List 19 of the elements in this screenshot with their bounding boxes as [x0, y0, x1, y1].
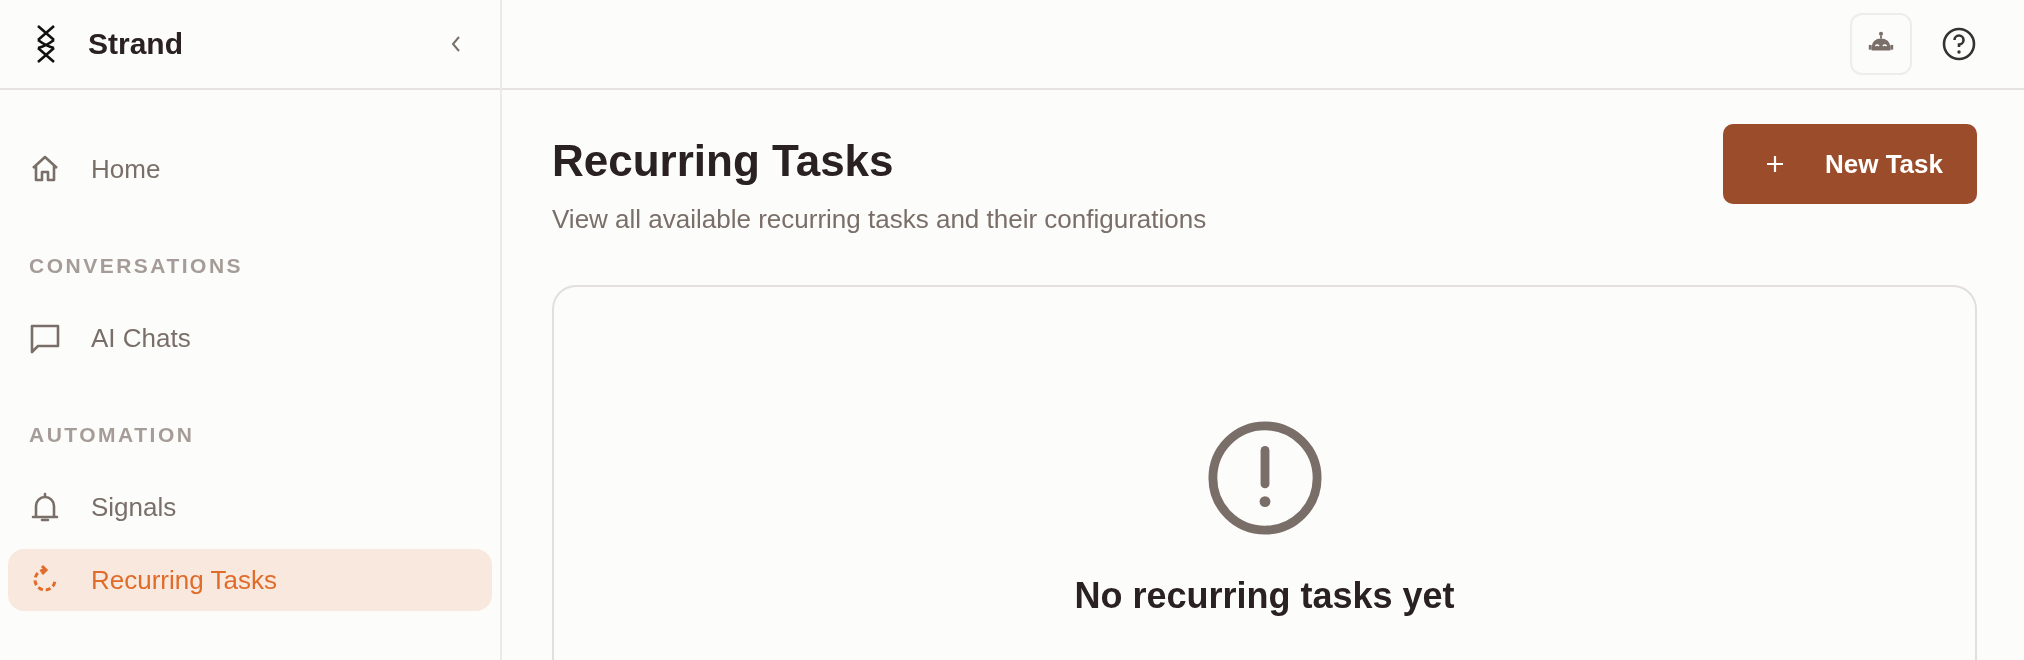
page-title: Recurring Tasks: [552, 136, 895, 186]
collapse-chevron-icon[interactable]: [450, 34, 462, 54]
plus-icon: [1765, 154, 1785, 174]
chat-bubble-icon: [29, 322, 61, 354]
nav-item[interactable]: AI Chats: [8, 307, 492, 369]
nav-item[interactable]: Recurring Tasks: [8, 549, 492, 611]
app-name: Strand: [88, 27, 184, 61]
logo-icon: [36, 24, 56, 64]
nav-section-heading: CONVERSATIONS: [29, 254, 245, 278]
bell-icon: [29, 491, 61, 523]
ai-assistant-button[interactable]: [1850, 13, 1912, 75]
page-subtitle: View all available recurring tasks and their configurations: [552, 204, 1207, 235]
empty-state-title: No recurring tasks yet: [1074, 575, 1455, 617]
help-icon[interactable]: [1942, 27, 1976, 61]
nav-section-heading: AUTOMATION: [29, 423, 196, 447]
exclamation-circle-icon: [1205, 419, 1324, 537]
new-task-button[interactable]: New Task: [1723, 124, 1977, 204]
nav-item[interactable]: Signals: [8, 476, 492, 538]
nav-item[interactable]: Home: [8, 138, 492, 200]
